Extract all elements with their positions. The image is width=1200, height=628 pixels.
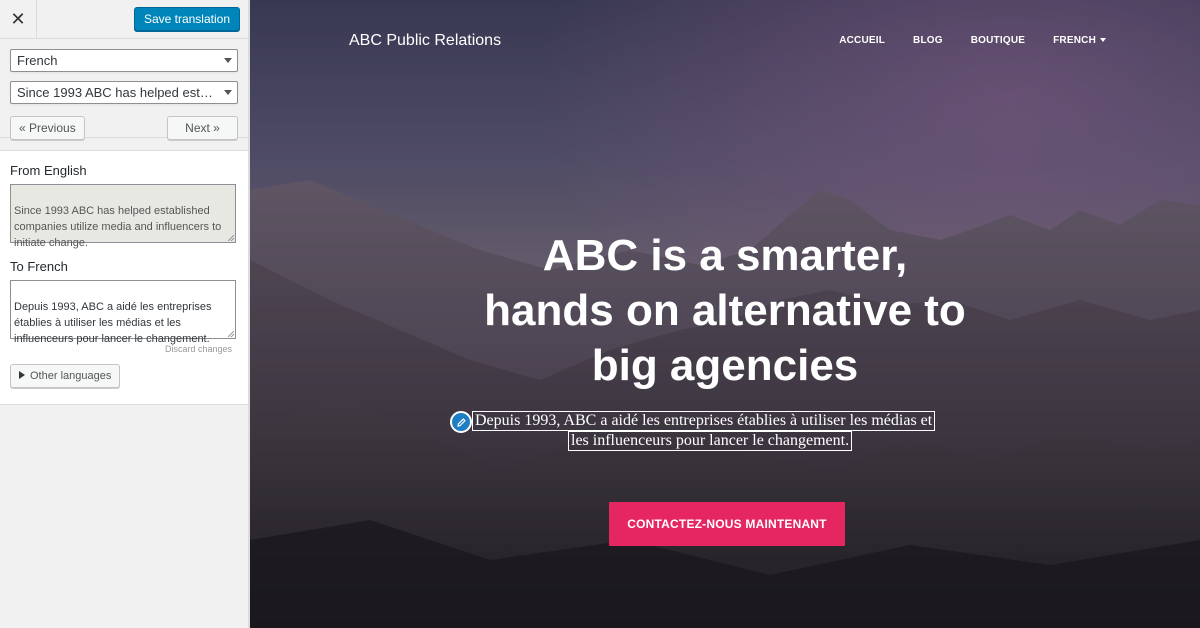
translatable-subtitle-line-1[interactable]: Depuis 1993, ABC a aidé les entreprises … bbox=[472, 411, 936, 431]
source-text: Since 1993 ABC has helped established co… bbox=[14, 205, 222, 249]
menu-item-language[interactable]: FRENCH bbox=[1053, 35, 1106, 46]
menu-item-blog[interactable]: BLOG bbox=[913, 35, 943, 46]
pencil-icon[interactable] bbox=[450, 411, 472, 433]
resize-handle-icon[interactable] bbox=[228, 331, 234, 337]
dropdown-arrow-icon bbox=[224, 58, 232, 63]
sidebar-header: ✕ Save translation bbox=[0, 0, 248, 39]
triangle-right-icon bbox=[19, 371, 25, 379]
translation-panel: From English Since 1993 ABC has helped e… bbox=[0, 151, 248, 405]
pencil-glyph bbox=[456, 417, 466, 427]
resize-handle-icon bbox=[228, 235, 234, 241]
to-label: To French bbox=[10, 259, 68, 274]
language-select-value: French bbox=[17, 53, 58, 68]
string-navigation: « Previous Next » bbox=[10, 116, 238, 140]
next-button[interactable]: Next » bbox=[167, 116, 238, 140]
save-translation-button[interactable]: Save translation bbox=[133, 7, 240, 31]
string-select[interactable]: Since 1993 ABC has helped esta... bbox=[10, 81, 238, 104]
close-icon[interactable]: ✕ bbox=[0, 0, 37, 38]
from-label: From English bbox=[10, 163, 87, 178]
other-languages-button[interactable]: Other languages bbox=[10, 364, 121, 388]
hero-heading: ABC is a smarter, hands on alternative t… bbox=[484, 231, 966, 390]
source-text-field: Since 1993 ABC has helped established co… bbox=[10, 184, 236, 249]
translatable-subtitle-line-2[interactable]: les influenceurs pour lancer le changeme… bbox=[568, 431, 853, 451]
menu-item-boutique[interactable]: BOUTIQUE bbox=[971, 35, 1025, 46]
language-select[interactable]: French bbox=[10, 49, 238, 72]
site-title[interactable]: ABC Public Relations bbox=[349, 32, 501, 50]
site-preview: ABC Public Relations ACCUEIL BLOG BOUTIQ… bbox=[250, 0, 1200, 628]
main-menu: ACCUEIL BLOG BOUTIQUE FRENCH bbox=[839, 35, 1106, 46]
translation-controls: French Since 1993 ABC has helped esta...… bbox=[0, 39, 248, 140]
translation-sidebar: ✕ Save translation French Since 1993 ABC… bbox=[0, 0, 250, 628]
dropdown-arrow-icon bbox=[224, 90, 232, 95]
menu-item-accueil[interactable]: ACCUEIL bbox=[839, 35, 885, 46]
translation-textarea[interactable]: Depuis 1993, ABC a aidé les entreprises … bbox=[10, 280, 236, 345]
string-select-value: Since 1993 ABC has helped esta... bbox=[17, 85, 218, 100]
previous-button[interactable]: « Previous bbox=[10, 116, 85, 140]
language-menu-label: FRENCH bbox=[1053, 35, 1096, 46]
other-languages-label: Other languages bbox=[30, 370, 112, 382]
caret-down-icon bbox=[1100, 38, 1106, 42]
contact-cta-button[interactable]: CONTACTEZ-NOUS MAINTENANT bbox=[609, 502, 845, 546]
translation-text: Depuis 1993, ABC a aidé les entreprises … bbox=[14, 301, 212, 345]
